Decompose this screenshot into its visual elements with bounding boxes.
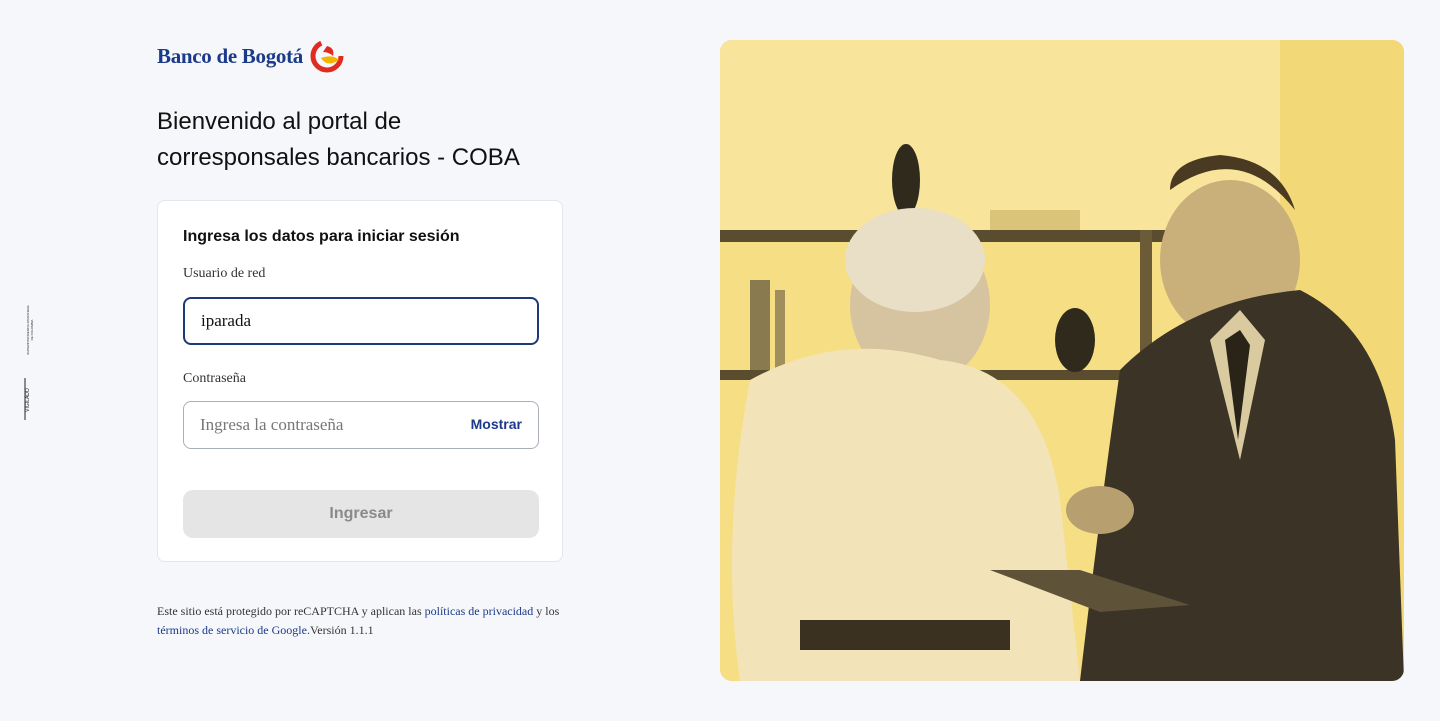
show-password-button[interactable]: Mostrar: [471, 416, 522, 432]
handshake-photo-icon: [720, 40, 1404, 681]
login-card: Ingresa los datos para iniciar sesión Us…: [157, 200, 563, 562]
welcome-line-1: Bienvenido al portal de: [157, 108, 402, 135]
version-text: Versión 1.1.1: [309, 623, 374, 637]
brand-mark-icon: [310, 39, 344, 73]
brand-logo: Banco de Bogotá: [157, 38, 345, 74]
login-card-title: Ingresa los datos para iniciar sesión: [183, 228, 460, 245]
svg-text:VIGILADO: VIGILADO: [25, 388, 31, 412]
password-field[interactable]: Mostrar: [183, 401, 539, 449]
legal-notice: Este sitio está protegido por reCAPTCHA …: [157, 602, 577, 640]
legal-text-1: Este sitio está protegido por reCAPTCHA …: [157, 604, 425, 618]
svg-text:DE COLOMBIA: DE COLOMBIA: [30, 320, 34, 341]
page-title: Bienvenido al portal de corresponsales b…: [157, 104, 577, 176]
terms-of-service-link[interactable]: términos de servicio de Google.: [157, 623, 310, 637]
brand-name: Banco de Bogotá: [157, 43, 304, 68]
privacy-policy-link[interactable]: políticas de privacidad: [425, 604, 534, 618]
user-input[interactable]: [185, 311, 537, 331]
login-panel: Banco de Bogotá Bienvenido al portal de …: [157, 0, 577, 721]
welcome-line-2: corresponsales bancarios - COBA: [157, 144, 520, 171]
user-field[interactable]: [183, 297, 539, 345]
password-label: Contraseña: [183, 371, 246, 386]
user-label: Usuario de red: [183, 266, 266, 281]
vigilado-seal: VIGILADO SUPERINTENDENCIA FINANCIERA DE …: [18, 300, 40, 422]
legal-text-2: y los: [533, 604, 560, 618]
submit-button[interactable]: Ingresar: [183, 490, 539, 538]
hero-image: [720, 40, 1404, 681]
